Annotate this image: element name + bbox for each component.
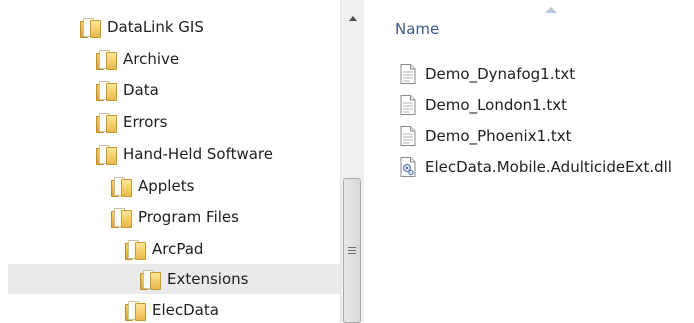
column-header-name[interactable]: Name [395,20,439,38]
tree-item-hand-held-software[interactable]: Hand-Held Software [8,139,340,169]
tree-item-applets[interactable]: Applets [8,171,340,201]
tree-item-label: Errors [123,113,168,131]
file-item[interactable]: Demo_Phoenix1.txt [399,122,572,150]
folder-icon [96,112,117,133]
tree-item-errors[interactable]: Errors [8,107,340,137]
file-name: Demo_Phoenix1.txt [425,127,572,145]
scroll-up-arrow-icon[interactable] [345,10,361,26]
file-item[interactable]: Demo_London1.txt [399,91,567,119]
text-file-icon [400,95,416,115]
file-name: ElecData.Mobile.AdulticideExt.dll [425,158,672,176]
file-name: Demo_Dynafog1.txt [425,65,576,83]
folder-icon [111,176,132,197]
file-item[interactable]: Demo_Dynafog1.txt [399,60,575,88]
tree-item-arcpad[interactable]: ArcPad [8,234,340,264]
tree-item-label: ArcPad [152,240,204,258]
folder-icon [125,239,146,260]
tree-item-label: Applets [138,177,195,195]
folder-icon [125,300,146,321]
tree-item-datalink-gis[interactable]: DataLink GIS [8,12,340,42]
file-list-pane: Name Demo_Dynafog1.txt Demo_London1.txt [365,0,694,323]
navigation-scrollbar[interactable] [340,0,364,323]
text-file-icon [400,64,416,84]
tree-item-label: ElecData [152,301,219,319]
tree-item-label: Extensions [167,270,249,288]
folder-icon [111,207,132,228]
tree-item-program-files[interactable]: Program Files [8,202,340,232]
tree-item-label: Data [123,81,159,99]
navigation-pane: DataLink GIS Archive Data Errors Hand-He… [0,0,340,323]
folder-icon [96,49,117,70]
tree-item-label: Archive [123,50,180,68]
folder-icon [96,80,117,101]
tree-item-extensions[interactable]: Extensions [8,264,340,294]
file-item[interactable]: ElecData.Mobile.AdulticideExt.dll [399,153,672,181]
tree-item-archive[interactable]: Archive [8,44,340,74]
folder-icon [140,269,161,290]
dll-file-icon [400,157,416,177]
tree-item-label: Hand-Held Software [123,145,273,163]
sort-ascending-icon [545,7,557,13]
file-name: Demo_London1.txt [425,96,568,114]
tree-item-elecdata[interactable]: ElecData [8,295,340,323]
folder-icon [96,144,117,165]
text-file-icon [400,126,416,146]
tree-item-label: Program Files [138,208,239,226]
scrollbar-thumb[interactable] [343,178,361,323]
folder-icon [80,17,101,38]
tree-item-label: DataLink GIS [107,18,204,36]
tree-item-data[interactable]: Data [8,75,340,105]
